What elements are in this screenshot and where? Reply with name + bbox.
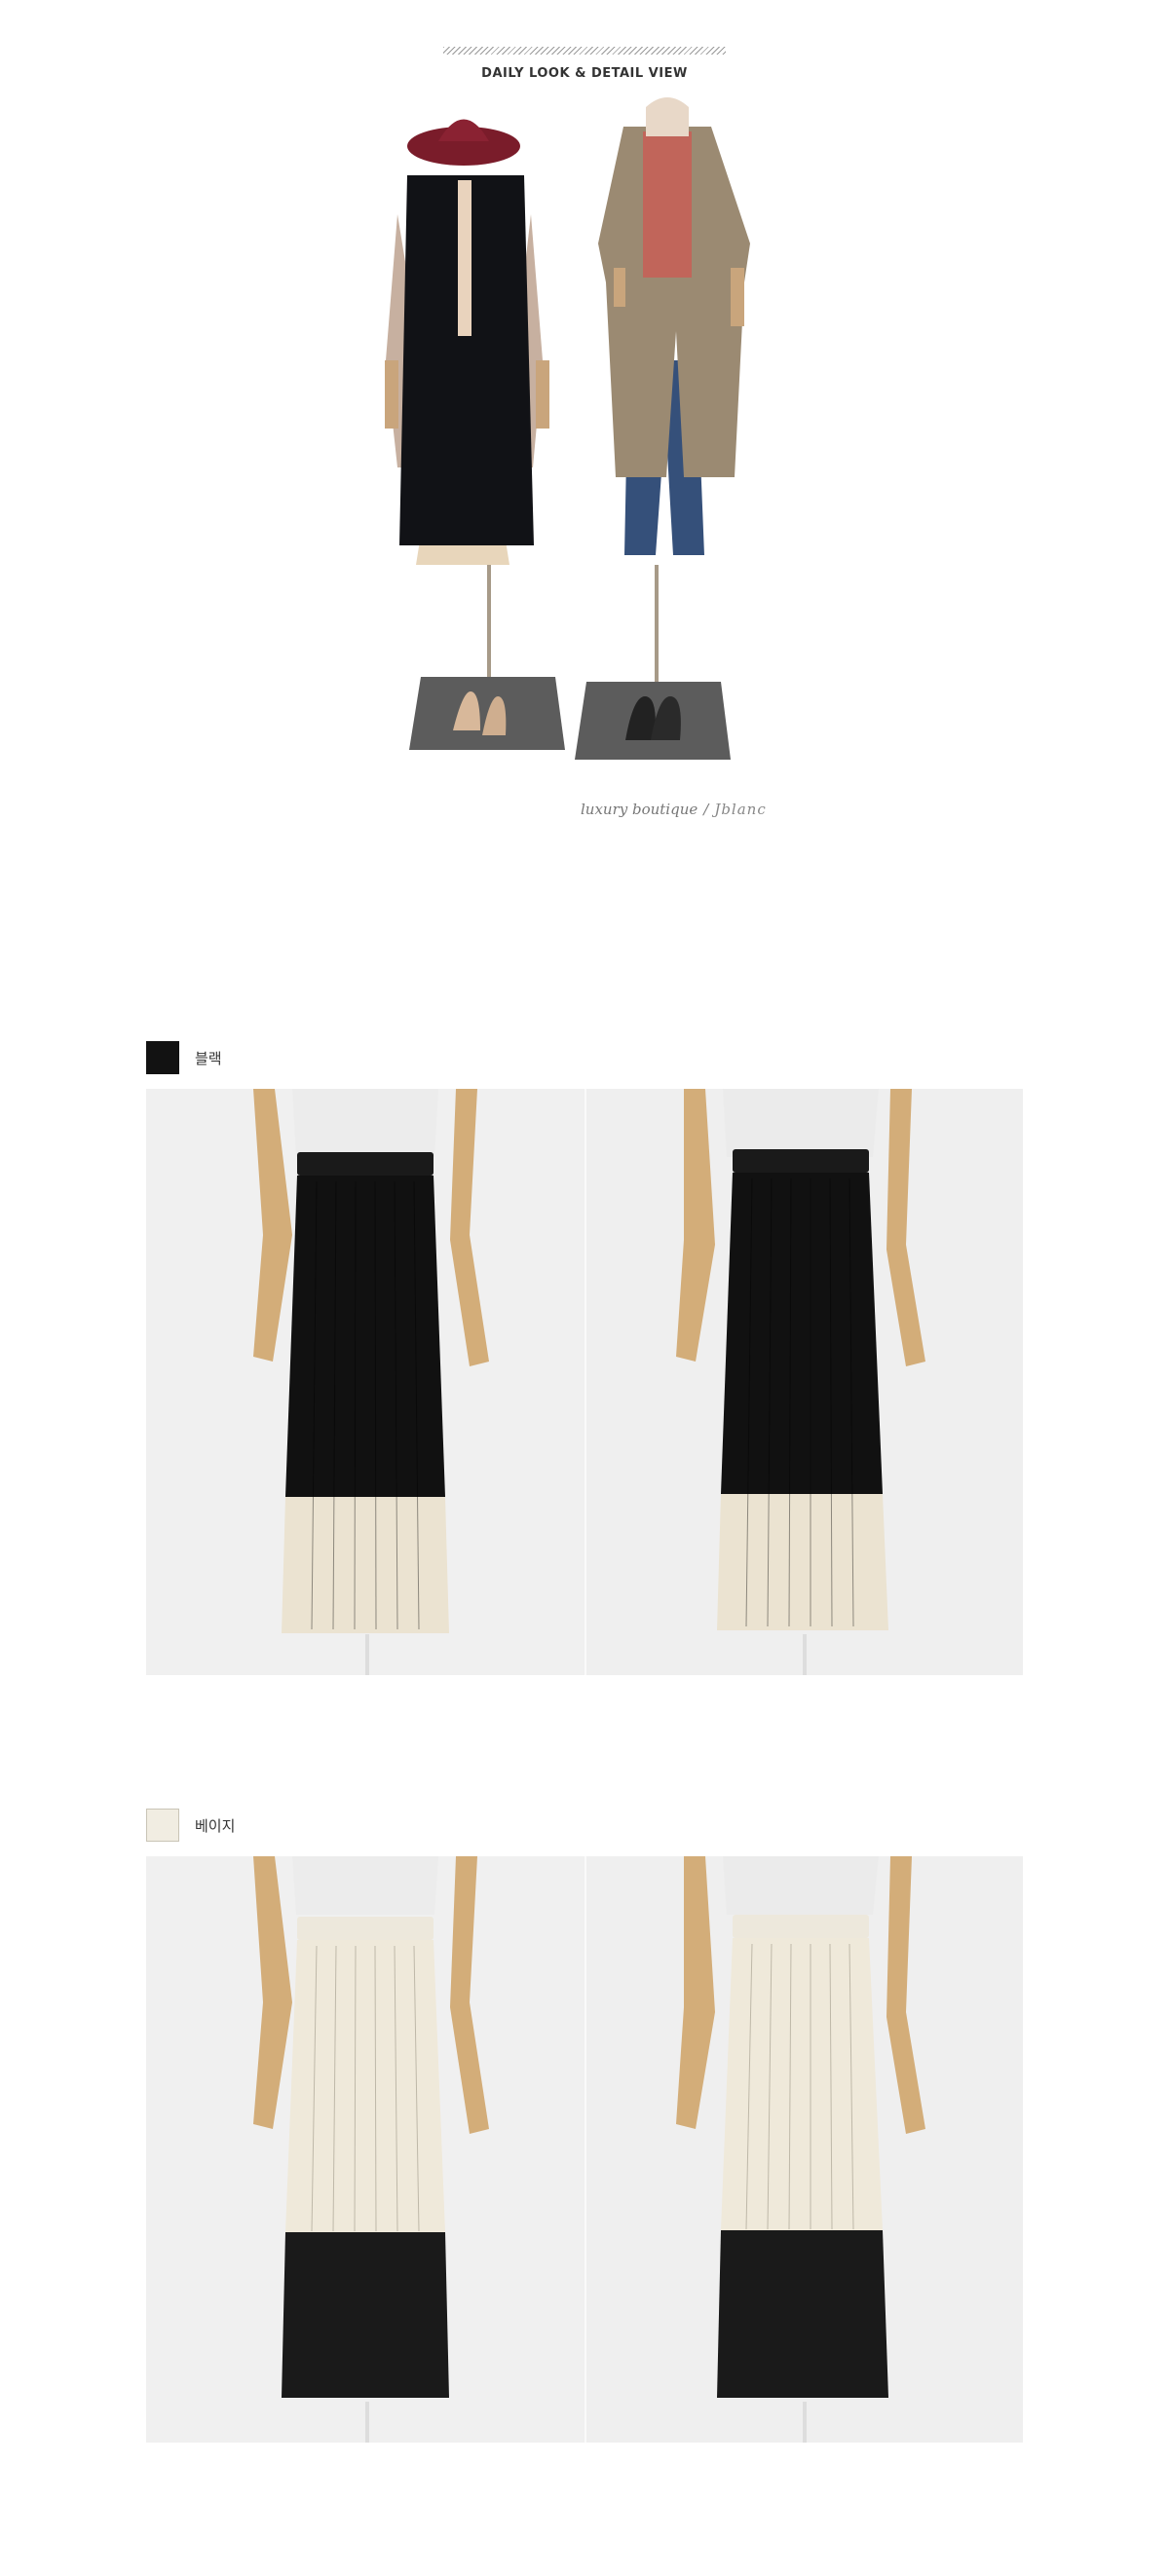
right-mannequin: [575, 97, 750, 760]
color-swatch-row: 베이지: [146, 1808, 1023, 1843]
color-label: 베이지: [195, 1816, 236, 1835]
color-swatch: [146, 1809, 179, 1842]
color-option-beige: 베이지: [146, 1808, 1023, 2443]
product-photo: [146, 1856, 584, 2443]
section-title: DAILY LOOK & DETAIL VIEW: [481, 66, 688, 81]
signature-separator: /: [703, 801, 709, 818]
left-mannequin: [385, 119, 565, 750]
product-photo-row: [146, 1089, 1023, 1675]
color-swatch-row: 블랙: [146, 1040, 1023, 1075]
product-photo: [584, 1089, 1023, 1675]
daily-look-photo: [385, 97, 750, 760]
title-decoration: [443, 47, 726, 55]
brand-logo: Jblanc: [714, 801, 767, 818]
shop-signature: luxury boutique / Jblanc: [581, 801, 767, 818]
color-option-black: 블랙: [146, 1040, 1023, 1675]
signature-text: luxury boutique: [581, 801, 698, 818]
color-swatch: [146, 1041, 179, 1074]
product-photo: [584, 1856, 1023, 2443]
product-photo-row: [146, 1856, 1023, 2443]
product-photo: [146, 1089, 584, 1675]
color-label: 블랙: [195, 1049, 222, 1067]
